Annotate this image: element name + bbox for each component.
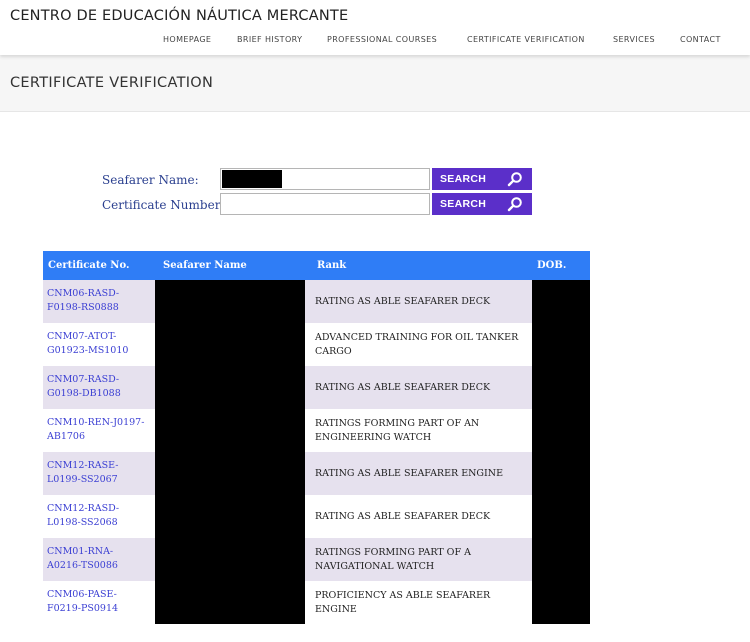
col-rank: Rank — [317, 260, 347, 271]
redacted-name-cell — [155, 538, 305, 581]
redacted-name-cell — [155, 452, 305, 495]
nav-homepage[interactable]: HOMEPAGE — [163, 35, 211, 44]
certificate-link[interactable]: CNM12-RASD-L0198-SS2068 — [47, 502, 147, 530]
redacted-dob-cell — [532, 280, 590, 323]
table-row: CNM10-REN-J0197-AB1706 RATINGS FORMING P… — [43, 409, 590, 452]
certificate-link[interactable]: CNM07-ATOT-G01923-MS1010 — [47, 330, 147, 358]
redacted-dob-cell — [532, 581, 590, 624]
certificate-link[interactable]: CNM06-RASD-F0198-RS0888 — [47, 287, 147, 315]
table-row: CNM12-RASD-L0198-SS2068 RATING AS ABLE S… — [43, 495, 590, 538]
redacted-dob-cell — [532, 409, 590, 452]
col-seafarer-name: Seafarer Name — [163, 260, 247, 271]
seafarer-name-input[interactable] — [220, 168, 430, 190]
redacted-name-cell — [155, 366, 305, 409]
search-name-button[interactable]: SEARCH — [432, 168, 532, 190]
certificate-link[interactable]: CNM06-PASE-F0219-PS0914 — [47, 588, 147, 616]
nav-professional-courses[interactable]: PROFESSIONAL COURSES — [327, 35, 437, 44]
table-row: CNM01-RNA-A0216-TS0086 RATINGS FORMING P… — [43, 538, 590, 581]
nav-brief-history[interactable]: BRIEF HISTORY — [237, 35, 302, 44]
site-header: CENTRO DE EDUCACIÓN NÁUTICA MERCANTE HOM… — [0, 0, 750, 55]
certificate-link[interactable]: CNM01-RNA-A0216-TS0086 — [47, 545, 147, 573]
rank-cell: RATING AS ABLE SEAFARER DECK — [315, 295, 491, 307]
table-header: Certificate No. Seafarer Name Rank DOB. — [43, 251, 590, 280]
redacted-dob-cell — [532, 323, 590, 366]
redacted-name-cell — [155, 495, 305, 538]
nav-services[interactable]: SERVICES — [613, 35, 655, 44]
search-icon — [507, 172, 522, 187]
redacted-dob-cell — [532, 366, 590, 409]
redacted-name-cell — [155, 581, 305, 624]
redacted-dob-cell — [532, 538, 590, 581]
search-button-label: SEARCH — [440, 173, 487, 185]
redacted-name-cell — [155, 409, 305, 452]
seafarer-name-label: Seafarer Name: — [102, 173, 199, 187]
rank-cell: ADVANCED TRAINING FOR OIL TANKER CARGO — [315, 331, 519, 357]
rank-cell: RATING AS ABLE SEAFARER DECK — [315, 381, 491, 393]
rank-cell: RATING AS ABLE SEAFARER DECK — [315, 510, 491, 522]
table-row: CNM07-RASD-G0198-DB1088 RATING AS ABLE S… — [43, 366, 590, 409]
redacted-dob-cell — [532, 452, 590, 495]
site-title[interactable]: CENTRO DE EDUCACIÓN NÁUTICA MERCANTE — [10, 8, 348, 24]
redacted-name-cell — [155, 280, 305, 323]
nav-contact[interactable]: CONTACT — [680, 35, 721, 44]
col-dob: DOB. — [537, 260, 567, 271]
table-row: CNM07-ATOT-G01923-MS1010 ADVANCED TRAINI… — [43, 323, 590, 366]
certificate-number-label: Certificate Number: — [102, 198, 225, 212]
table-row: CNM06-RASD-F0198-RS0888 RATING AS ABLE S… — [43, 280, 590, 323]
page-title: CERTIFICATE VERIFICATION — [10, 75, 214, 91]
rank-cell: RATINGS FORMING PART OF AN ENGINEERING W… — [315, 417, 480, 443]
redacted-name-cell — [155, 323, 305, 366]
table-row: CNM06-PASE-F0219-PS0914 PROFICIENCY AS A… — [43, 581, 590, 624]
search-number-button[interactable]: SEARCH — [432, 193, 532, 215]
rank-cell: RATING AS ABLE SEAFARER ENGINE — [315, 467, 504, 479]
certificate-link[interactable]: CNM12-RASE-L0199-SS2067 — [47, 459, 147, 487]
rank-cell: RATINGS FORMING PART OF A NAVIGATIONAL W… — [315, 546, 471, 572]
redacted-dob-cell — [532, 495, 590, 538]
page-title-band: CERTIFICATE VERIFICATION — [0, 55, 750, 112]
certificate-number-input[interactable] — [220, 193, 430, 215]
certificate-link[interactable]: CNM07-RASD-G0198-DB1088 — [47, 373, 147, 401]
col-certificate-no: Certificate No. — [48, 260, 130, 271]
table-row: CNM12-RASE-L0199-SS2067 RATING AS ABLE S… — [43, 452, 590, 495]
certificate-table: Certificate No. Seafarer Name Rank DOB. … — [43, 251, 590, 624]
main-nav: HOMEPAGE BRIEF HISTORY PROFESSIONAL COUR… — [0, 35, 750, 49]
search-icon — [507, 197, 522, 212]
redaction-block — [222, 170, 282, 188]
search-button-label: SEARCH — [440, 198, 487, 210]
nav-certificate-verification[interactable]: CERTIFICATE VERIFICATION — [467, 35, 585, 44]
rank-cell: PROFICIENCY AS ABLE SEAFARER ENGINE — [315, 589, 491, 615]
certificate-link[interactable]: CNM10-REN-J0197-AB1706 — [47, 416, 147, 444]
